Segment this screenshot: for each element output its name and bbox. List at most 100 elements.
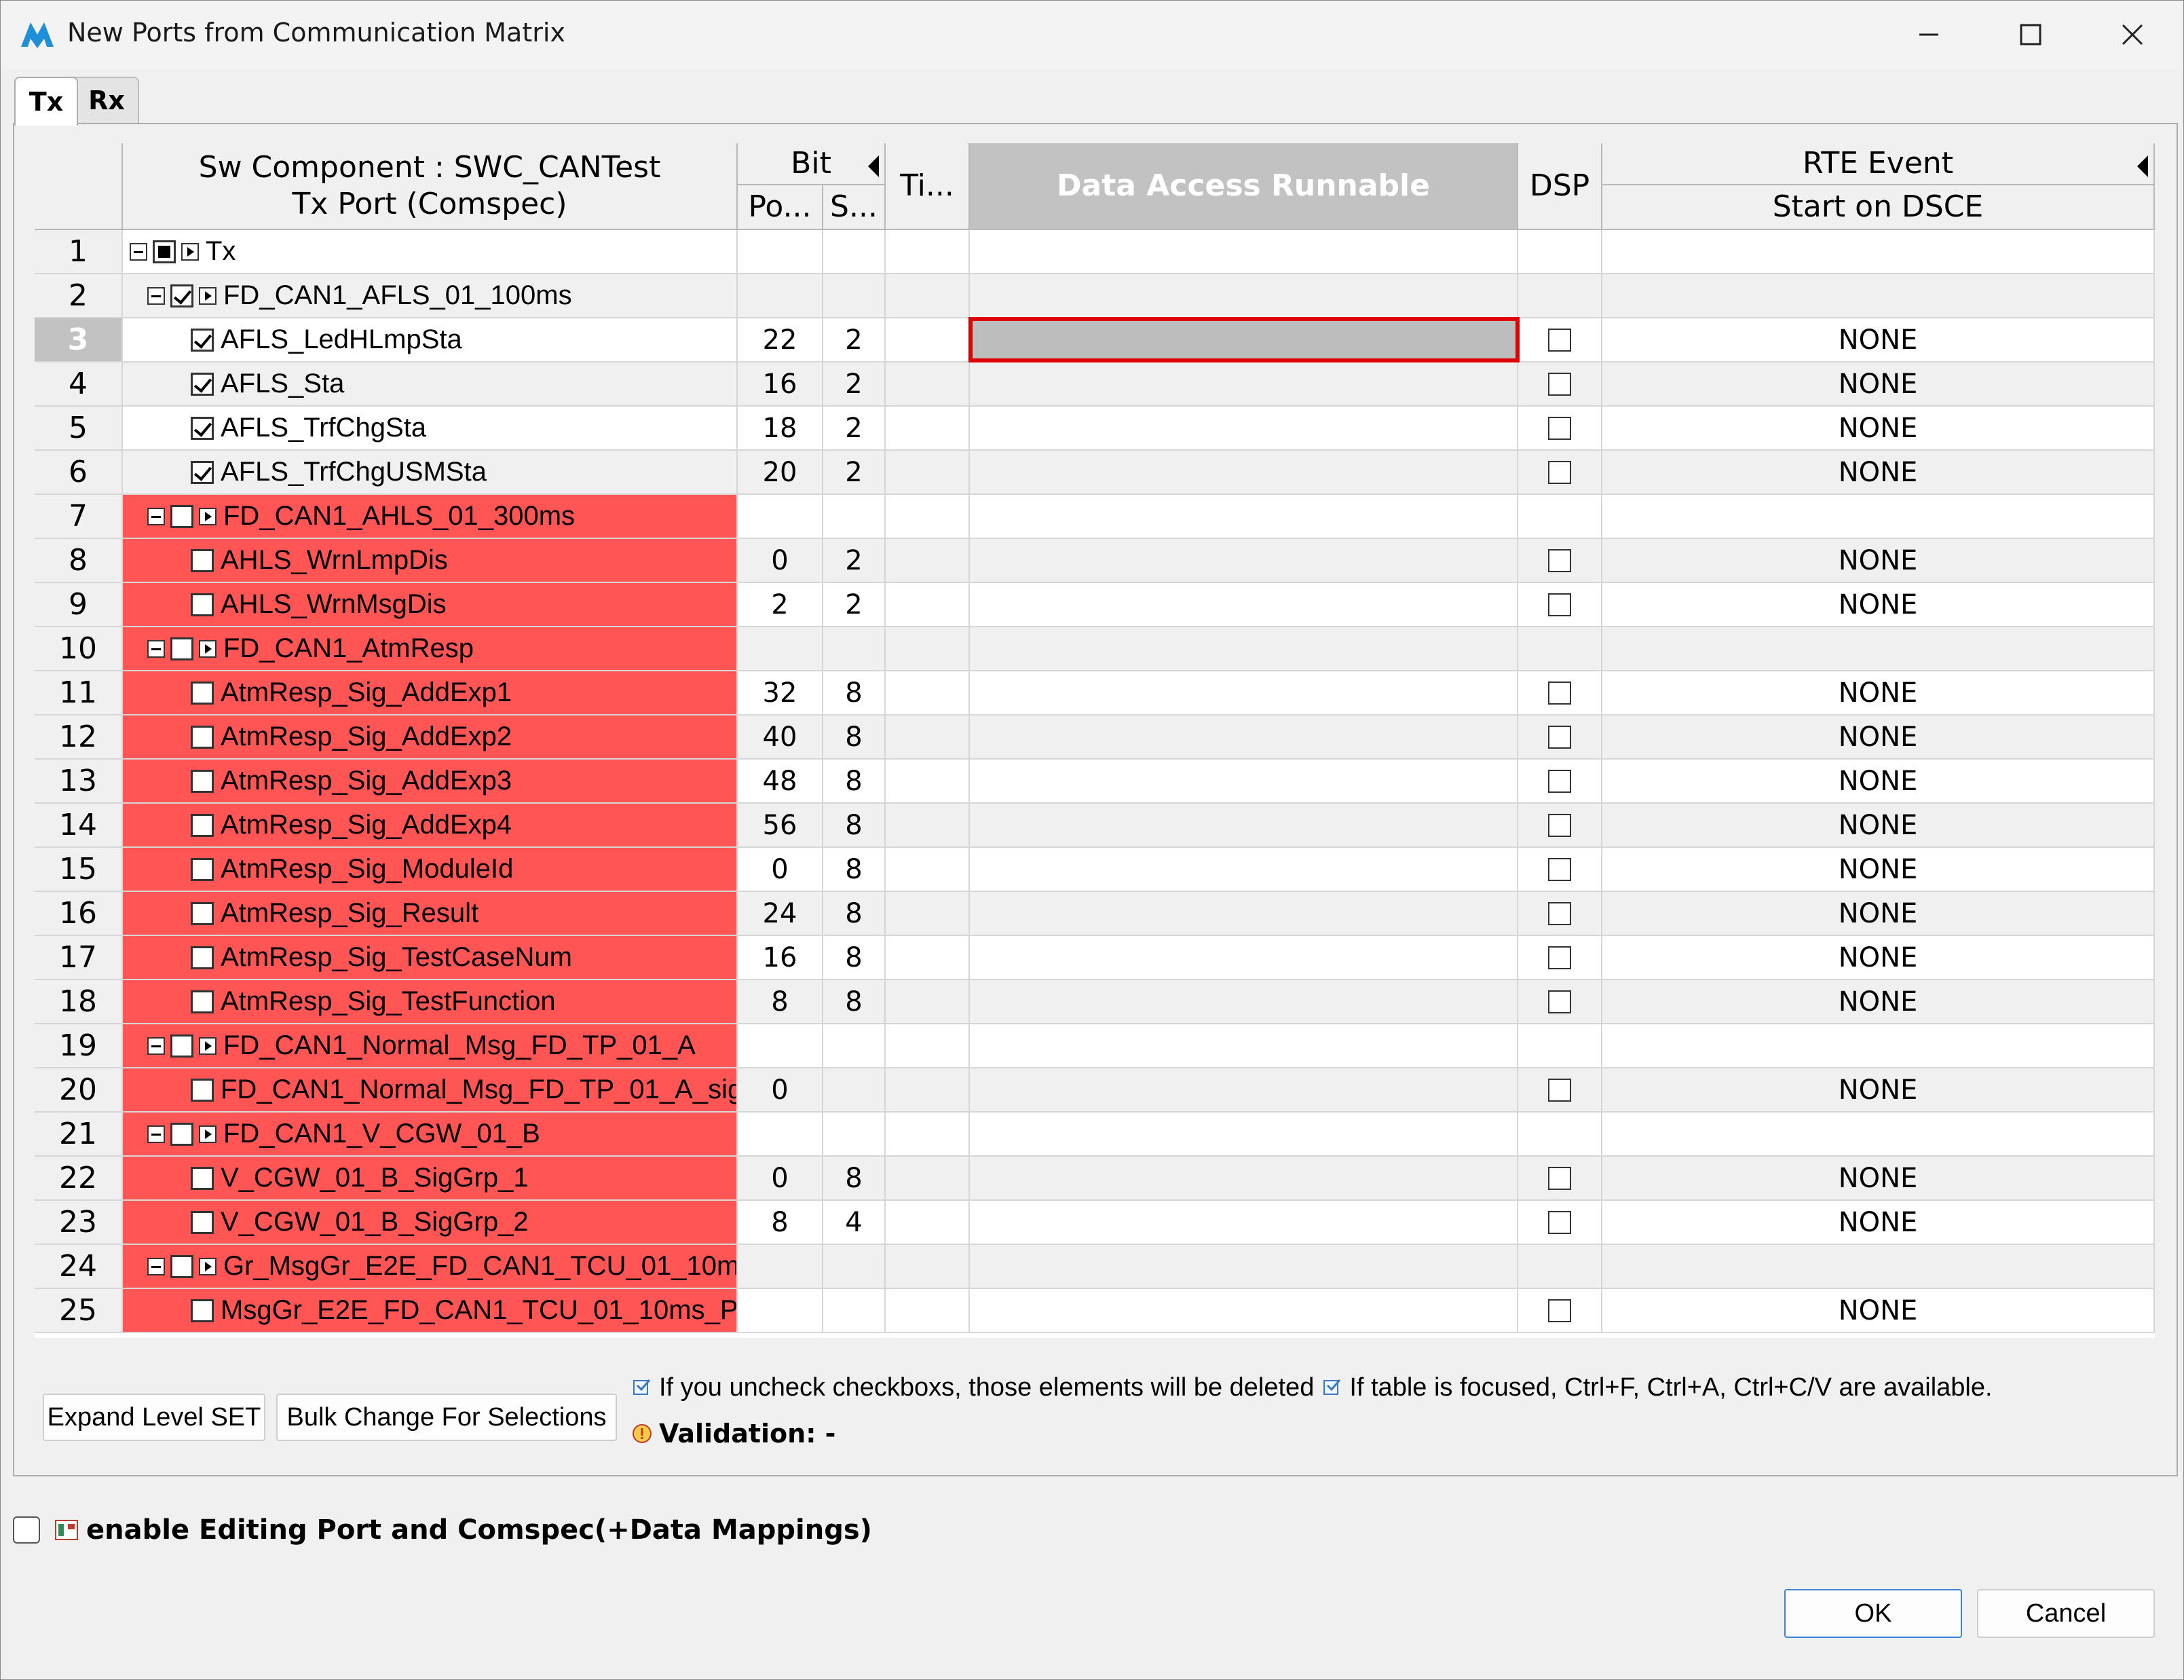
rte-event-cell[interactable]	[1602, 1113, 2155, 1155]
port-checkbox[interactable]	[191, 460, 214, 484]
dsp-checkbox[interactable]	[1548, 725, 1571, 749]
bit-position-cell[interactable]	[738, 1113, 823, 1155]
expand-arrow-icon[interactable]	[199, 1257, 216, 1275]
expand-arrow-icon[interactable]	[199, 507, 216, 525]
row-number[interactable]: 13	[35, 760, 123, 802]
tab-rx[interactable]: Rx	[74, 77, 139, 123]
table-row[interactable]: 11 AtmResp_Sig_AddExp1 32 8 NONE	[35, 671, 2155, 715]
port-name-cell[interactable]: Tx	[123, 230, 738, 273]
port-checkbox[interactable]	[191, 901, 214, 925]
bit-size-cell[interactable]: 8	[823, 892, 886, 935]
table-row[interactable]: 22 V_CGW_01_B_SigGrp_1 0 8 NONE	[35, 1157, 2155, 1201]
table-row[interactable]: 4 AFLS_Sta 16 2 NONE	[35, 362, 2155, 407]
bit-size-cell[interactable]: 2	[823, 451, 886, 493]
bit-position-cell[interactable]: 8	[738, 1201, 823, 1244]
bit-position-cell[interactable]	[738, 627, 823, 670]
bit-position-cell[interactable]: 16	[738, 936, 823, 979]
dsp-cell[interactable]	[1518, 1201, 1602, 1244]
expand-arrow-icon[interactable]	[199, 286, 216, 305]
table-row[interactable]: 2 FD_CAN1_AFLS_01_100ms	[35, 274, 2155, 318]
header-data-access-runnable[interactable]: Data Access Runnable	[970, 143, 1518, 230]
data-access-runnable-cell[interactable]	[970, 1245, 1518, 1288]
rte-event-cell[interactable]: NONE	[1602, 804, 2155, 846]
dsp-cell[interactable]	[1518, 230, 1602, 273]
table-row[interactable]: 25 MsgGr_E2E_FD_CAN1_TCU_01_10ms_P11 NONE	[35, 1289, 2155, 1333]
enable-editing-label[interactable]: enable Editing Port and Comspec(+Data Ma…	[86, 1514, 872, 1546]
dsp-cell[interactable]	[1518, 495, 1602, 538]
table-row[interactable]: 10 FD_CAN1_AtmResp	[35, 627, 2155, 671]
table-row[interactable]: 1 Tx	[35, 230, 2155, 274]
row-number[interactable]: 2	[35, 274, 123, 317]
data-access-runnable-cell[interactable]	[970, 1157, 1518, 1199]
port-name-cell[interactable]: AtmResp_Sig_AddExp1	[123, 671, 738, 714]
timing-cell[interactable]	[886, 1201, 970, 1244]
ok-button[interactable]: OK	[1784, 1589, 1962, 1638]
port-name-cell[interactable]: AtmResp_Sig_ModuleId	[123, 848, 738, 891]
data-access-runnable-cell[interactable]	[970, 583, 1518, 626]
data-access-runnable-cell[interactable]	[970, 451, 1518, 493]
row-number[interactable]: 5	[35, 407, 123, 449]
dsp-cell[interactable]	[1518, 1024, 1602, 1067]
data-access-runnable-cell[interactable]	[970, 848, 1518, 891]
rte-event-cell[interactable]	[1602, 1024, 2155, 1067]
bit-position-cell[interactable]: 32	[738, 671, 823, 714]
bit-position-cell[interactable]: 56	[738, 804, 823, 846]
row-number[interactable]: 9	[35, 583, 123, 626]
dsp-checkbox[interactable]	[1548, 1166, 1571, 1190]
dsp-checkbox[interactable]	[1548, 813, 1571, 837]
bit-size-cell[interactable]: 2	[823, 407, 886, 449]
dsp-checkbox[interactable]	[1548, 593, 1571, 616]
data-access-runnable-cell[interactable]	[970, 495, 1518, 538]
minimize-button[interactable]	[1878, 1, 1980, 69]
bit-position-cell[interactable]: 22	[738, 318, 823, 361]
dsp-cell[interactable]	[1518, 892, 1602, 935]
collapse-arrow-icon[interactable]	[868, 155, 879, 177]
rte-event-cell[interactable]: NONE	[1602, 848, 2155, 891]
port-checkbox[interactable]	[191, 1210, 214, 1234]
bit-size-cell[interactable]: 4	[823, 1201, 886, 1244]
port-checkbox[interactable]	[191, 1078, 214, 1102]
row-number[interactable]: 12	[35, 715, 123, 758]
timing-cell[interactable]	[886, 451, 970, 493]
data-access-runnable-cell[interactable]	[970, 936, 1518, 979]
dsp-checkbox[interactable]	[1548, 946, 1571, 969]
port-name-cell[interactable]: AtmResp_Sig_TestFunction	[123, 980, 738, 1023]
table-row[interactable]: 14 AtmResp_Sig_AddExp4 56 8 NONE	[35, 804, 2155, 848]
timing-cell[interactable]	[886, 495, 970, 538]
timing-cell[interactable]	[886, 1157, 970, 1199]
data-access-runnable-cell[interactable]	[970, 671, 1518, 714]
port-checkbox[interactable]	[191, 990, 214, 1013]
port-name-cell[interactable]: MsgGr_E2E_FD_CAN1_TCU_01_10ms_P11	[123, 1289, 738, 1332]
rte-event-cell[interactable]: NONE	[1602, 362, 2155, 405]
row-number[interactable]: 25	[35, 1289, 123, 1332]
dsp-cell[interactable]	[1518, 936, 1602, 979]
expand-arrow-icon[interactable]	[181, 242, 199, 261]
data-access-runnable-cell[interactable]	[968, 317, 1520, 362]
rte-event-cell[interactable]: NONE	[1602, 671, 2155, 714]
bit-position-cell[interactable]	[738, 1289, 823, 1332]
dsp-cell[interactable]	[1518, 539, 1602, 582]
rte-event-cell[interactable]: NONE	[1602, 1289, 2155, 1332]
row-number[interactable]: 10	[35, 627, 123, 670]
rte-event-cell[interactable]: NONE	[1602, 539, 2155, 582]
dsp-checkbox[interactable]	[1548, 1210, 1571, 1234]
table-row[interactable]: 21 FD_CAN1_V_CGW_01_B	[35, 1113, 2155, 1157]
rte-event-cell[interactable]: NONE	[1602, 1201, 2155, 1244]
table-row[interactable]: 20 FD_CAN1_Normal_Msg_FD_TP_01_A_sig... 0 N…	[35, 1068, 2155, 1113]
collapse-icon[interactable]	[147, 1257, 165, 1275]
bit-size-cell[interactable]: 2	[823, 362, 886, 405]
collapse-icon[interactable]	[147, 507, 165, 525]
row-number[interactable]: 16	[35, 892, 123, 935]
bit-position-cell[interactable]	[738, 230, 823, 273]
timing-cell[interactable]	[886, 980, 970, 1023]
row-number[interactable]: 6	[35, 451, 123, 493]
table-row[interactable]: 12 AtmResp_Sig_AddExp2 40 8 NONE	[35, 715, 2155, 760]
tab-tx[interactable]: Tx	[14, 77, 78, 126]
row-number[interactable]: 22	[35, 1157, 123, 1199]
rte-event-cell[interactable]: NONE	[1602, 583, 2155, 626]
port-name-cell[interactable]: FD_CAN1_Normal_Msg_FD_TP_01_A_sig...	[123, 1068, 738, 1111]
timing-cell[interactable]	[886, 1024, 970, 1067]
bit-position-cell[interactable]: 8	[738, 980, 823, 1023]
header-port[interactable]: Sw Component : SWC_CANTest Tx Port (Coms…	[123, 143, 738, 230]
port-name-cell[interactable]: AFLS_Sta	[123, 362, 738, 405]
